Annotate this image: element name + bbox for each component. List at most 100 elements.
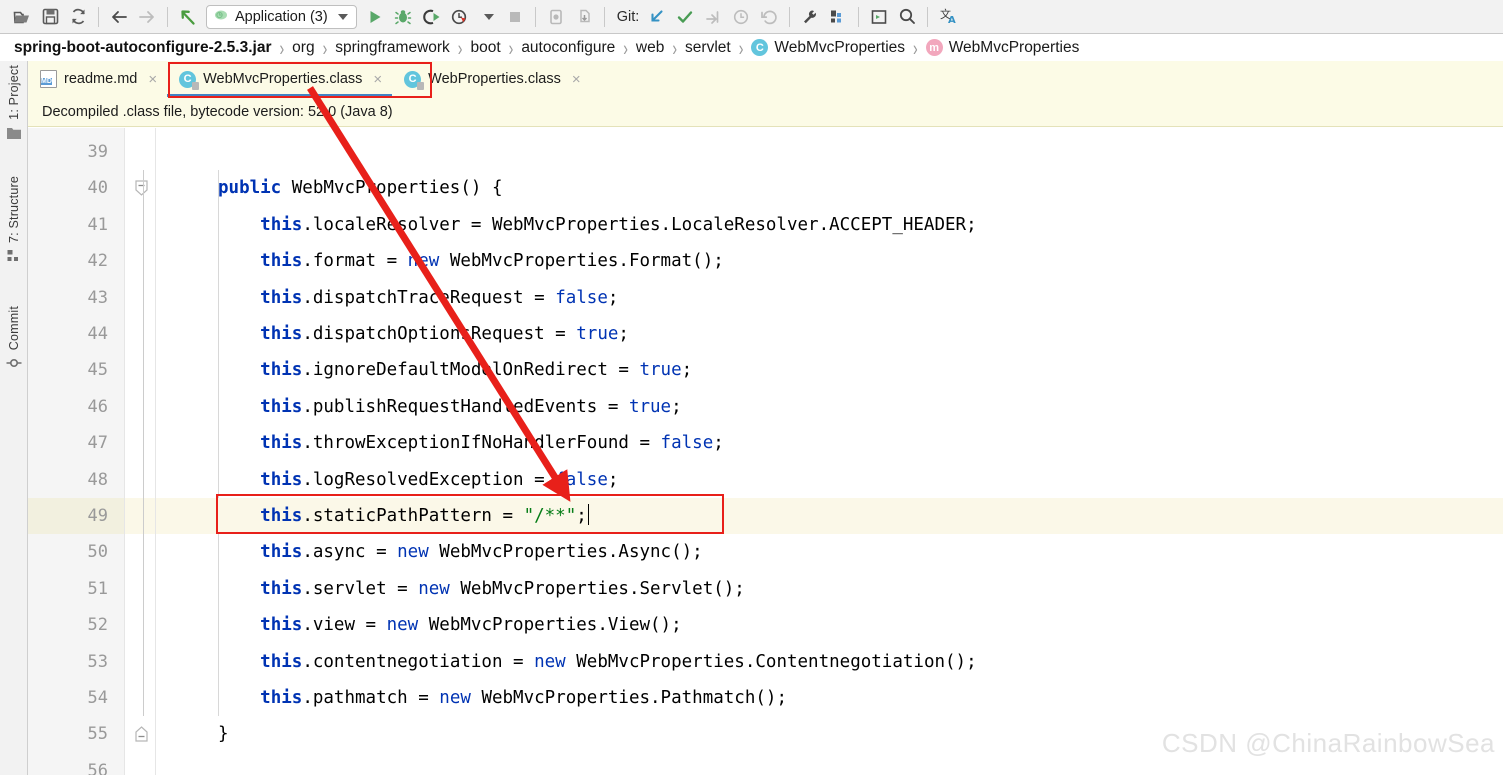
breadcrumb-separator: › — [458, 36, 463, 60]
tab-webmvcproperties-class[interactable]: C WebMvcProperties.class × — [167, 61, 392, 97]
terminal-icon[interactable] — [865, 4, 893, 30]
tab-label: readme.md — [64, 71, 137, 87]
java-class-icon: C — [751, 39, 768, 56]
breadcrumb: spring-boot-autoconfigure-2.5.3.jar › or… — [0, 34, 1503, 61]
fold-collapse-icon[interactable] — [135, 180, 148, 195]
run-configuration-selector[interactable]: Application (3) — [206, 5, 357, 29]
jump-to-source-icon[interactable] — [174, 4, 202, 30]
profile-dropdown-icon[interactable] — [473, 4, 501, 30]
breadcrumb-item-boot[interactable]: boot — [470, 39, 500, 57]
line-number: 39 — [88, 134, 108, 170]
tab-readme-md[interactable]: MD readme.md × — [28, 61, 167, 97]
breadcrumb-item-class[interactable]: C WebMvcProperties — [751, 39, 905, 57]
breadcrumb-separator: › — [509, 36, 514, 60]
breadcrumb-item-org[interactable]: org — [292, 39, 314, 57]
code-line[interactable] — [156, 134, 1503, 170]
toolbar-divider-3 — [535, 7, 536, 27]
breadcrumb-separator: › — [323, 36, 328, 60]
save-all-icon[interactable] — [36, 4, 64, 30]
sidebar-item-project-label: 1: Project — [7, 65, 21, 120]
git-label: Git: — [617, 9, 640, 25]
sidebar-item-structure[interactable]: 7: Structure — [0, 176, 28, 268]
toolbar-divider-4 — [604, 7, 605, 27]
tab-webproperties-class[interactable]: C WebProperties.class × — [392, 61, 590, 97]
line-number: 43 — [88, 280, 108, 316]
code-line[interactable]: this.throwExceptionIfNoHandlerFound = fa… — [156, 425, 1503, 461]
line-number: 40 — [88, 170, 108, 206]
code-line[interactable]: this.dispatchOptionsRequest = true; — [156, 316, 1503, 352]
editor-fold-strip[interactable] — [125, 128, 156, 775]
line-number: 51 — [88, 571, 108, 607]
breadcrumb-item-servlet[interactable]: servlet — [685, 39, 731, 57]
breadcrumb-separator: › — [623, 36, 628, 60]
java-app-icon — [213, 6, 229, 27]
back-icon[interactable] — [105, 4, 133, 30]
tab-close-icon[interactable]: × — [373, 71, 382, 88]
search-everywhere-icon[interactable] — [893, 4, 921, 30]
code-editor[interactable]: 394041424344454647484950515253545556 pub… — [28, 128, 1503, 775]
git-update-project-icon[interactable] — [643, 4, 671, 30]
git-history-icon — [727, 4, 755, 30]
code-line[interactable]: this.view = new WebMvcProperties.View(); — [156, 607, 1503, 643]
tab-close-icon[interactable]: × — [572, 71, 581, 88]
settings-icon[interactable] — [796, 4, 824, 30]
code-line[interactable]: this.contentnegotiation = new WebMvcProp… — [156, 644, 1503, 680]
breadcrumb-item-web[interactable]: web — [636, 39, 664, 57]
code-line[interactable]: public WebMvcProperties() { — [156, 170, 1503, 206]
fold-end-icon[interactable] — [135, 726, 148, 741]
java-method-icon: m — [926, 39, 943, 56]
translate-icon[interactable]: 文A — [934, 4, 962, 30]
breadcrumb-item-autoconfigure[interactable]: autoconfigure — [521, 39, 615, 57]
chevron-down-icon[interactable] — [338, 14, 348, 20]
java-class-file-icon: C — [404, 71, 421, 88]
line-number: 50 — [88, 534, 108, 570]
main-toolbar: Application (3) Git: — [0, 0, 1503, 34]
breadcrumb-item-springframework[interactable]: springframework — [335, 39, 450, 57]
svg-text:A: A — [948, 15, 956, 26]
csdn-watermark: CSDN @ChinaRainbowSea — [1162, 728, 1495, 759]
markdown-file-icon: MD — [40, 70, 57, 88]
code-line[interactable]: this.logResolvedException = false; — [156, 462, 1503, 498]
line-number: 54 — [88, 680, 108, 716]
line-number: 42 — [88, 243, 108, 279]
sidebar-item-project[interactable]: 1: Project — [0, 65, 28, 145]
line-number: 47 — [88, 425, 108, 461]
debug-icon[interactable] — [389, 4, 417, 30]
sidebar-item-commit[interactable]: Commit — [0, 306, 28, 375]
run-icon[interactable] — [361, 4, 389, 30]
run-coverage-icon[interactable] — [417, 4, 445, 30]
editor-tab-bar: MD readme.md × C WebMvcProperties.class … — [28, 61, 1503, 97]
run-configuration-label: Application (3) — [235, 9, 328, 25]
git-commit-icon[interactable] — [671, 4, 699, 30]
code-line[interactable]: this.format = new WebMvcProperties.Forma… — [156, 243, 1503, 279]
breadcrumb-item-method[interactable]: m WebMvcProperties — [926, 39, 1080, 57]
toolbar-divider-2 — [167, 7, 168, 27]
highlighted-line-fold — [125, 498, 155, 534]
forward-icon — [133, 4, 161, 30]
java-class-file-icon: C — [179, 71, 196, 88]
breadcrumb-separator: › — [279, 36, 284, 60]
open-folder-icon[interactable] — [8, 4, 36, 30]
breadcrumb-item-jar[interactable]: spring-boot-autoconfigure-2.5.3.jar — [14, 39, 271, 57]
code-line[interactable]: this.dispatchTraceRequest = false; — [156, 280, 1503, 316]
code-line[interactable]: this.servlet = new WebMvcProperties.Serv… — [156, 571, 1503, 607]
left-tool-strip: 1: Project 7: Structure Commit Favorites — [0, 61, 28, 775]
code-line[interactable]: this.publishRequestHandledEvents = true; — [156, 389, 1503, 425]
toolbar-divider-5 — [789, 7, 790, 27]
line-number: 41 — [88, 207, 108, 243]
sync-icon[interactable] — [64, 4, 92, 30]
code-line[interactable]: this.staticPathPattern = "/**"; — [156, 498, 1503, 534]
profile-icon[interactable] — [445, 4, 473, 30]
code-line[interactable]: this.pathmatch = new WebMvcProperties.Pa… — [156, 680, 1503, 716]
code-line[interactable]: this.ignoreDefaultModelOnRedirect = true… — [156, 352, 1503, 388]
tab-label: WebProperties.class — [428, 71, 561, 87]
code-line[interactable]: this.async = new WebMvcProperties.Async(… — [156, 534, 1503, 570]
project-folder-icon — [6, 126, 22, 145]
code-line[interactable]: this.localeResolver = WebMvcProperties.L… — [156, 207, 1503, 243]
project-structure-icon[interactable] — [824, 4, 852, 30]
line-number: 45 — [88, 352, 108, 388]
breadcrumb-separator: › — [913, 36, 918, 60]
code-content[interactable]: public WebMvcProperties() { this.localeR… — [156, 128, 1503, 775]
tab-close-icon[interactable]: × — [148, 71, 157, 88]
editor-gutter[interactable]: 394041424344454647484950515253545556 — [28, 128, 125, 775]
